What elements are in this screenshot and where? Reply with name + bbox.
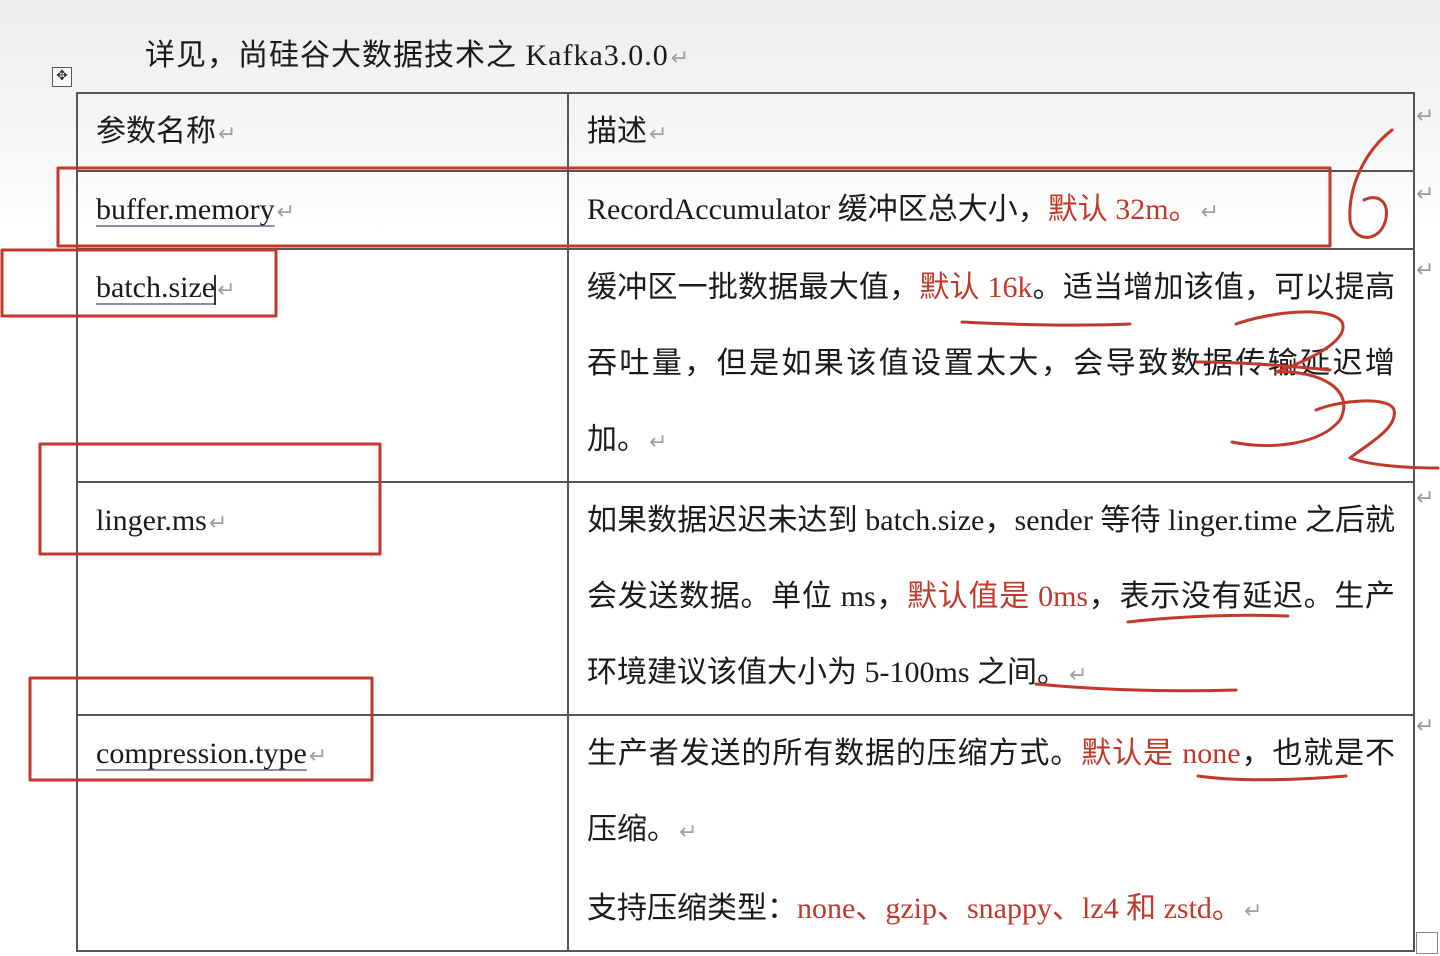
param-name: buffer.memory <box>96 193 275 226</box>
paragraph-mark-icon: ↵ <box>1069 663 1088 688</box>
table-row: buffer.memory↵ RecordAccumulator 缓冲区总大小，… <box>76 170 1415 250</box>
param-name: compression.type <box>96 737 307 770</box>
paragraph-mark-icon: ↵ <box>679 820 698 845</box>
header-desc-label: 描述 <box>587 115 647 148</box>
paragraph-mark-icon: ↵ <box>649 122 668 147</box>
text-cursor <box>214 275 217 306</box>
param-default-text: 默认是 none <box>1081 737 1241 770</box>
param-desc-cell[interactable]: 缓冲区一批数据最大值，默认 16k。适当增加该值，可以提高吞吐量，但是如果该值设… <box>567 248 1415 483</box>
paragraph-mark-icon: ↵ <box>208 511 228 536</box>
param-name-cell[interactable]: linger.ms↵ <box>76 481 569 716</box>
param-desc-text: RecordAccumulator 缓冲区总大小， <box>587 193 1048 226</box>
table-header-row: 参数名称↵ 描述↵ <box>76 92 1415 172</box>
header-cell-desc[interactable]: 描述↵ <box>567 92 1415 172</box>
param-name-cell[interactable]: compression.type↵ <box>76 714 569 952</box>
param-desc-text: 缓冲区一批数据最大值， <box>587 271 920 304</box>
row-end-mark-icon: ↵ <box>1416 486 1435 511</box>
paragraph-mark-icon: ↵ <box>217 278 236 303</box>
paragraph-mark-icon: ↵ <box>1200 200 1220 225</box>
paragraph-mark-icon: ↵ <box>670 46 691 71</box>
parameter-table: 参数名称↵ 描述↵ buffer.memory↵ RecordAccumulat… <box>76 92 1415 952</box>
paragraph-mark-icon: ↵ <box>218 122 237 147</box>
param-name: batch.size <box>96 271 216 304</box>
paragraph-mark-icon: ↵ <box>649 430 668 455</box>
param-default-text: 默认 16k <box>919 271 1033 304</box>
table-row: linger.ms↵ 如果数据迟迟未达到 batch.size，sender 等… <box>76 481 1415 716</box>
table-move-handle-icon[interactable]: ✥ <box>52 67 72 87</box>
param-desc-cell[interactable]: RecordAccumulator 缓冲区总大小，默认 32m。↵ <box>567 170 1415 250</box>
param-default-text: 默认值是 0ms <box>907 580 1089 613</box>
heading-text: 详见，尚硅谷大数据技术之 Kafka3.0.0 <box>145 39 669 72</box>
table-row: compression.type↵ 生产者发送的所有数据的压缩方式。默认是 no… <box>76 714 1415 952</box>
row-end-mark-icon: ↵ <box>1416 104 1435 129</box>
header-name-label: 参数名称 <box>96 115 216 148</box>
document-heading: 详见，尚硅谷大数据技术之 Kafka3.0.0↵ <box>145 30 690 74</box>
param-desc-text: 生产者发送的所有数据的压缩方式。 <box>587 737 1082 770</box>
param-desc-cell[interactable]: 生产者发送的所有数据的压缩方式。默认是 none，也就是不压缩。↵ 支持压缩类型：… <box>567 714 1415 952</box>
row-end-mark-icon: ↵ <box>1416 182 1435 207</box>
table-resize-handle-icon[interactable] <box>1416 932 1438 954</box>
param-desc-cell[interactable]: 如果数据迟迟未达到 batch.size，sender 等待 linger.ti… <box>567 481 1415 716</box>
row-end-mark-icon: ↵ <box>1416 714 1435 739</box>
param-default-text: 默认 32m。 <box>1047 193 1199 226</box>
paragraph-mark-icon: ↵ <box>276 200 296 225</box>
paragraph-mark-icon: ↵ <box>1243 899 1263 924</box>
param-name: linger.ms <box>96 504 207 537</box>
header-cell-name[interactable]: 参数名称↵ <box>76 92 569 172</box>
supported-types-label: 支持压缩类型： <box>587 892 797 925</box>
param-name-cell[interactable]: batch.size↵ <box>76 248 569 483</box>
table-row: batch.size↵ 缓冲区一批数据最大值，默认 16k。适当增加该值，可以提… <box>76 248 1415 483</box>
param-name-cell[interactable]: buffer.memory↵ <box>76 170 569 250</box>
paragraph-mark-icon: ↵ <box>308 744 328 769</box>
row-end-mark-icon: ↵ <box>1416 258 1435 283</box>
supported-types-list: none、gzip、snappy、lz4 和 zstd。 <box>797 892 1242 925</box>
